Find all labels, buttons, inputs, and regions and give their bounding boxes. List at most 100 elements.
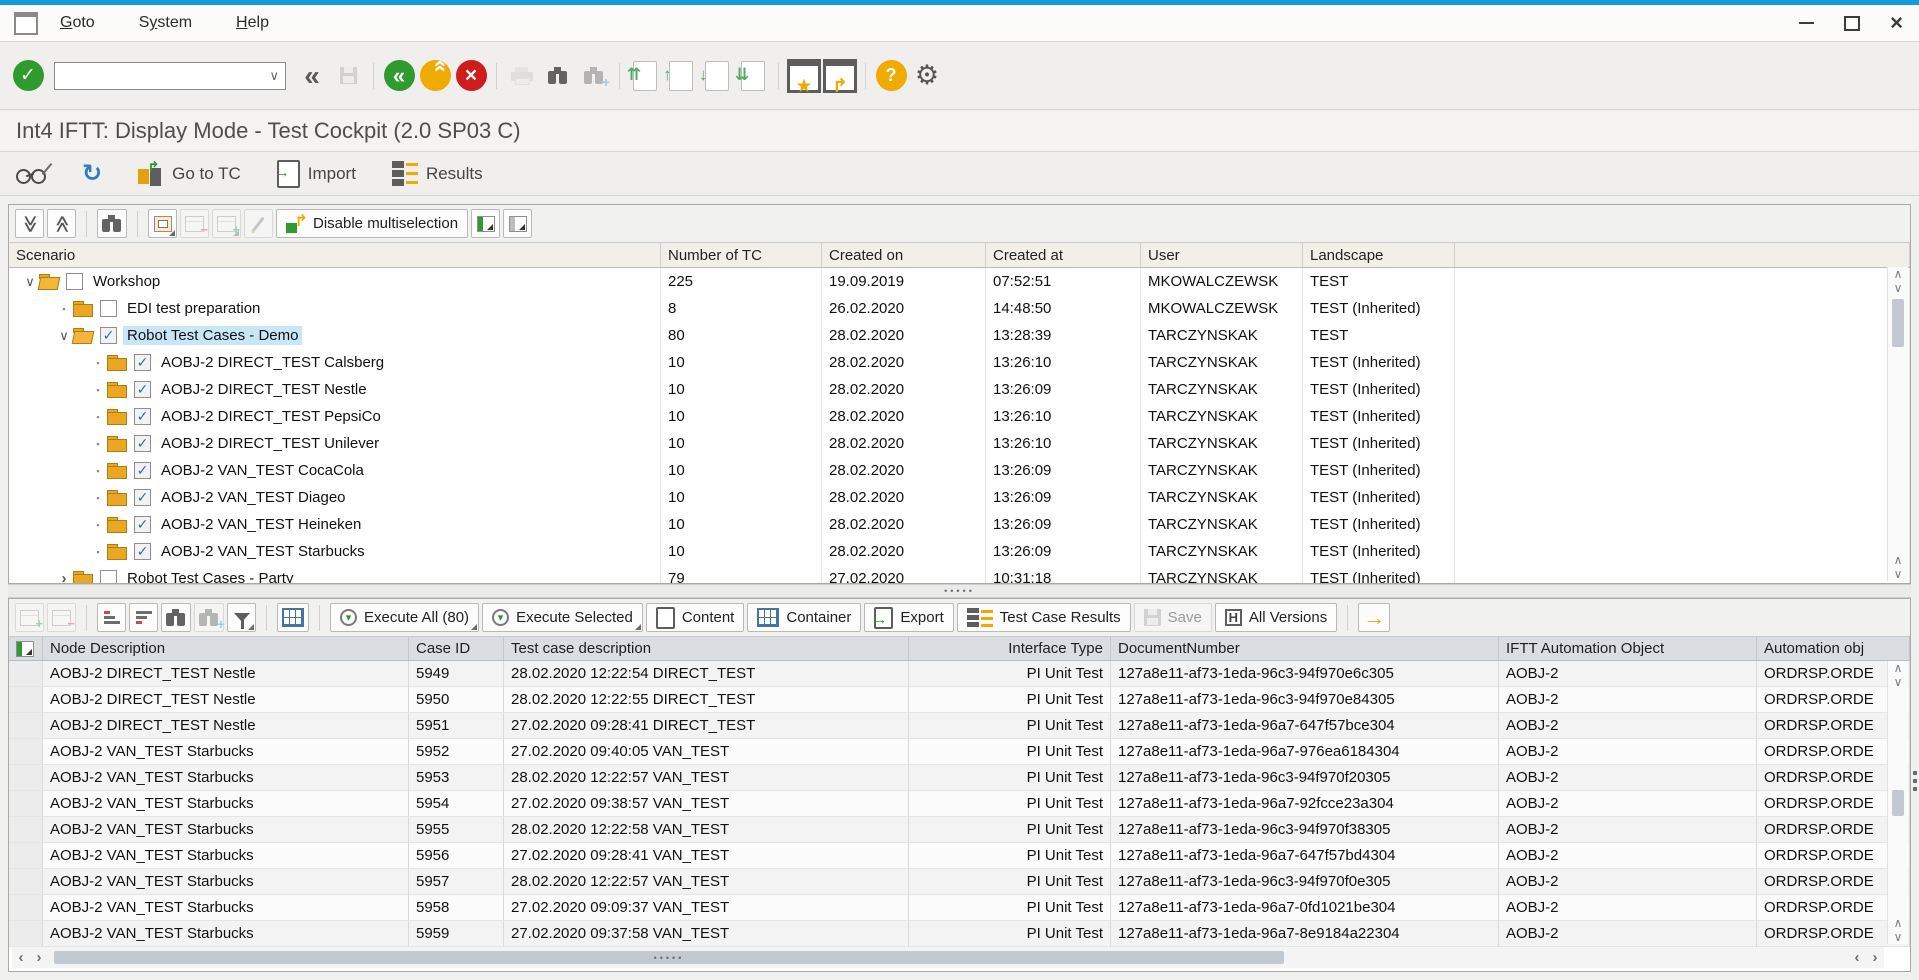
cancel-button[interactable]: × [453, 59, 489, 93]
tree-expander-icon[interactable]: ▪ [89, 547, 107, 557]
export-button[interactable]: → Export [864, 603, 953, 632]
alv-row[interactable]: AOBJ-2 VAN_TEST Starbucks 5956 27.02.202… [9, 843, 1910, 869]
test-case-results-button[interactable]: Test Case Results [957, 603, 1131, 632]
scrollbar-thumb[interactable] [1892, 790, 1904, 816]
select-columns-button[interactable] [471, 209, 500, 238]
row-checkbox[interactable] [100, 327, 117, 344]
scroll-down-icon[interactable]: ∨ [1894, 930, 1903, 944]
row-selector[interactable] [9, 791, 43, 817]
tree-expander-icon[interactable]: › [55, 570, 73, 584]
tree-hierarchy-button[interactable] [148, 209, 177, 238]
sort-ascending-button[interactable] [97, 603, 126, 632]
collapse-command-field-button[interactable]: « [294, 59, 330, 93]
filter-button[interactable] [227, 603, 256, 632]
tree-expander-icon[interactable]: ▪ [89, 520, 107, 530]
tree-row-label[interactable]: AOBJ-2 VAN_TEST Heineken [157, 515, 365, 534]
alv-row[interactable]: AOBJ-2 VAN_TEST Starbucks 5952 27.02.202… [9, 739, 1910, 765]
alv-vertical-scrollbar[interactable]: ∧ ∨ ∧ ∨ [1887, 661, 1908, 944]
tree-expander-icon[interactable]: ▪ [89, 358, 107, 368]
results-button[interactable]: Results [392, 161, 483, 186]
tree-row-label[interactable]: Robot Test Cases - Demo [123, 326, 302, 345]
tree-row-label[interactable]: AOBJ-2 DIRECT_TEST Nestle [157, 380, 371, 399]
container-button[interactable]: Container [747, 603, 861, 632]
tree-col-created-at[interactable]: Created at [986, 243, 1141, 267]
tree-row-label[interactable]: AOBJ-2 VAN_TEST CocaCola [157, 461, 368, 480]
alv-row[interactable]: AOBJ-2 DIRECT_TEST Nestle 5950 28.02.202… [9, 687, 1910, 713]
row-checkbox[interactable] [134, 462, 151, 479]
tree-col-scenario[interactable]: Scenario [9, 243, 661, 267]
row-selector[interactable] [9, 661, 43, 687]
row-selector[interactable] [9, 895, 43, 921]
back-button[interactable]: « [381, 59, 417, 93]
page-down-button[interactable]: ↓ [699, 59, 735, 93]
alv-row[interactable]: AOBJ-2 VAN_TEST Starbucks 5959 27.02.202… [9, 921, 1910, 947]
alv-row[interactable]: AOBJ-2 DIRECT_TEST Nestle 5951 27.02.202… [9, 713, 1910, 739]
content-button[interactable]: Content [646, 603, 745, 632]
alv-col-test-case-description[interactable]: Test case description [504, 637, 909, 660]
tree-row-label[interactable]: AOBJ-2 VAN_TEST Diageo [157, 488, 350, 507]
tree-expander-icon[interactable]: ∨ [55, 328, 73, 344]
scroll-down-icon[interactable]: ∨ [1894, 675, 1903, 689]
tree-col-user[interactable]: User [1141, 243, 1303, 267]
tree-row-label[interactable]: AOBJ-2 DIRECT_TEST Unilever [157, 434, 383, 453]
display-change-button[interactable] [16, 162, 46, 186]
find-button[interactable] [540, 59, 576, 93]
print-button[interactable] [504, 59, 540, 93]
row-checkbox[interactable] [134, 435, 151, 452]
row-checkbox[interactable] [134, 354, 151, 371]
scroll-right-icon[interactable]: › [30, 949, 48, 966]
scroll-up-icon[interactable]: ∧ [1894, 267, 1903, 281]
refresh-button[interactable]: ↻ [82, 159, 102, 188]
menu-system[interactable]: System [139, 14, 192, 32]
row-selector[interactable] [9, 843, 43, 869]
tree-row[interactable]: ▪ AOBJ-2 DIRECT_TEST Nestle 10 28.02.202… [9, 376, 1910, 403]
tree-row[interactable]: ▪ AOBJ-2 DIRECT_TEST PepsiCo 10 28.02.20… [9, 403, 1910, 430]
alv-row[interactable]: AOBJ-2 VAN_TEST Starbucks 5954 27.02.202… [9, 791, 1910, 817]
alv-horizontal-scrollbar[interactable]: ‹ › ••••• ‹ › [12, 947, 1884, 968]
tree-expander-icon[interactable]: ▪ [89, 493, 107, 503]
row-checkbox[interactable] [134, 543, 151, 560]
tree-expander-icon[interactable]: ▪ [89, 439, 107, 449]
tree-row[interactable]: ∨ Workshop 225 19.09.2019 07:52:51 MKOWA… [9, 268, 1910, 295]
disable-multiselection-button[interactable]: ↱ Disable multiselection [276, 209, 468, 238]
tree-row-label[interactable]: Robot Test Cases - Party [123, 569, 297, 584]
tree-row-label[interactable]: AOBJ-2 DIRECT_TEST Calsberg [157, 353, 388, 372]
alv-col-automation-object[interactable]: Automation obj [1757, 637, 1910, 660]
tree-row-label[interactable]: AOBJ-2 VAN_TEST Starbucks [157, 542, 369, 561]
create-shortcut-button[interactable]: ★ [786, 59, 822, 93]
tree-find-button[interactable] [97, 209, 127, 238]
scroll-up-icon[interactable]: ∧ [1894, 553, 1903, 567]
row-checkbox[interactable] [134, 516, 151, 533]
tree-row[interactable]: ▪ AOBJ-2 DIRECT_TEST Unilever 10 28.02.2… [9, 430, 1910, 457]
alv-col-interface-type[interactable]: Interface Type [909, 637, 1111, 660]
row-checkbox[interactable] [66, 273, 83, 290]
close-icon[interactable]: × [1890, 16, 1903, 30]
alv-col-node-description[interactable]: Node Description [43, 637, 409, 660]
tree-col-landscape[interactable]: Landscape [1303, 243, 1455, 267]
menu-goto[interactable]: Goto [60, 14, 95, 32]
alv-col-case-id[interactable]: Case ID [409, 637, 504, 660]
alv-col-iftt-automation-object[interactable]: IFTT Automation Object [1499, 637, 1757, 660]
alv-row[interactable]: AOBJ-2 VAN_TEST Starbucks 5957 28.02.202… [9, 869, 1910, 895]
last-page-button[interactable]: ⇊ [735, 59, 771, 93]
import-button[interactable]: → Import [277, 160, 356, 188]
execute-all-button[interactable]: ▾ Execute All (80) [330, 603, 479, 632]
tree-row[interactable]: ▪ AOBJ-2 VAN_TEST Diageo 10 28.02.2020 1… [9, 484, 1910, 511]
go-to-tc-button[interactable]: ↱ Go to TC [138, 162, 241, 186]
sort-descending-button[interactable] [129, 603, 158, 632]
row-selector[interactable] [9, 921, 43, 947]
window-splitter-grip[interactable] [1912, 771, 1918, 817]
delete-row-button[interactable]: − [47, 603, 76, 632]
execute-selected-button[interactable]: ▾ Execute Selected [482, 603, 643, 632]
scroll-left-icon[interactable]: ‹ [1848, 949, 1866, 966]
transfer-button[interactable]: → [1358, 603, 1390, 632]
minimize-icon[interactable] [1799, 22, 1814, 24]
row-selector[interactable] [9, 765, 43, 791]
scroll-up-icon[interactable]: ∧ [1894, 661, 1903, 675]
chevron-down-icon[interactable]: ∨ [269, 68, 279, 84]
page-up-button[interactable]: ↑ [663, 59, 699, 93]
collapse-all-button[interactable]: ≪ [47, 209, 76, 238]
tree-expander-icon[interactable]: ▪ [89, 412, 107, 422]
alv-col-document-number[interactable]: DocumentNumber [1111, 637, 1499, 660]
tree-col-created-on[interactable]: Created on [822, 243, 986, 267]
